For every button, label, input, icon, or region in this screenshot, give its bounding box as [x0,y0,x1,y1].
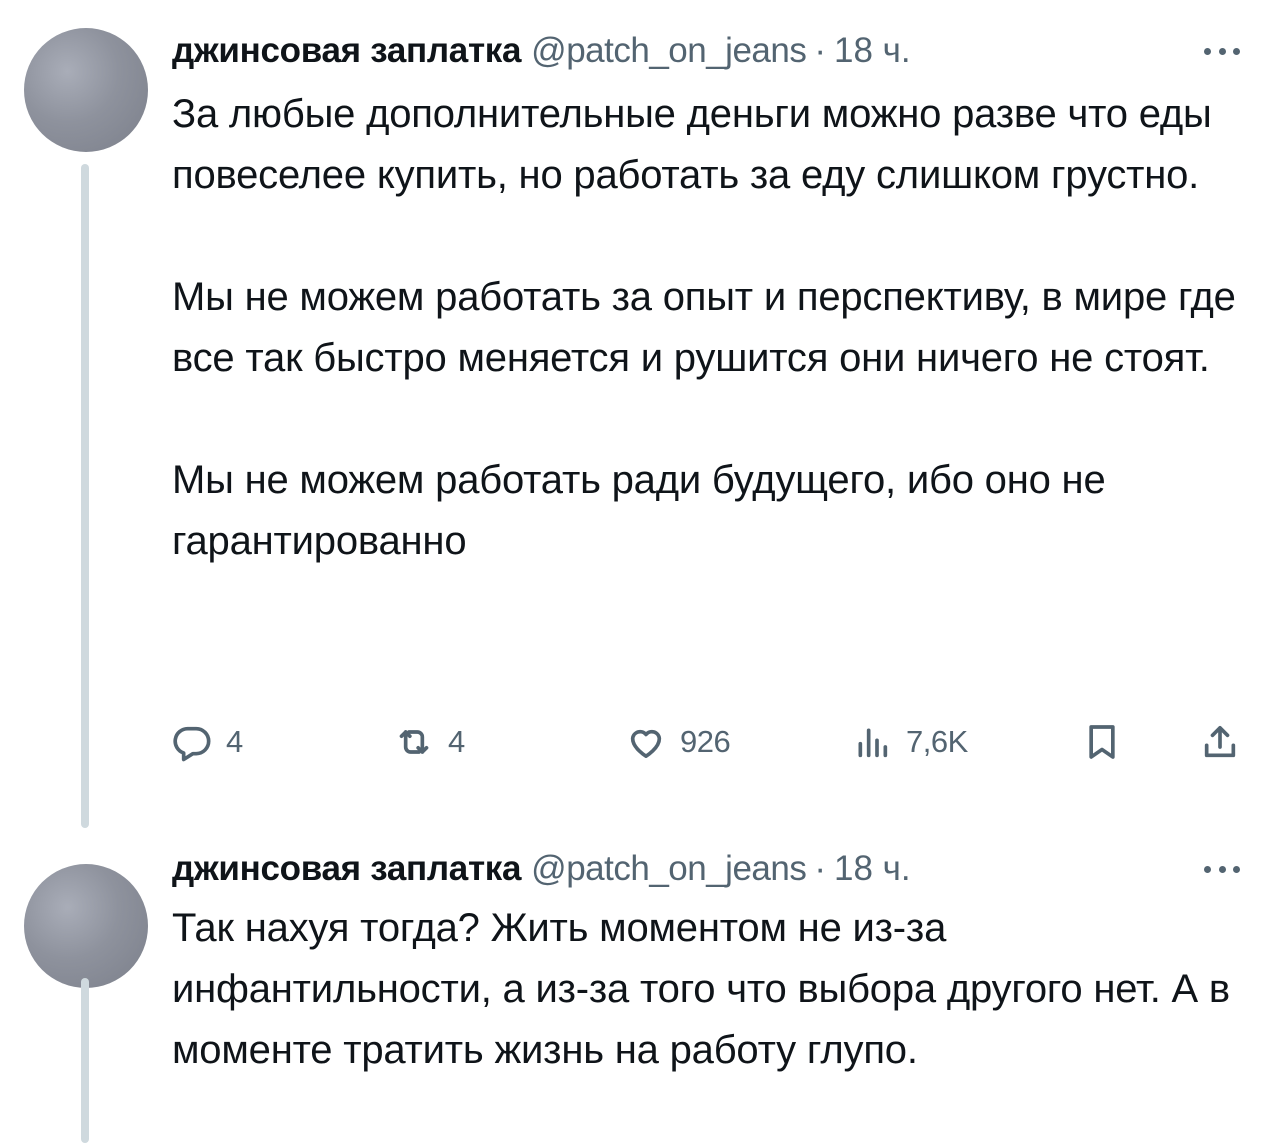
tweet-paragraph: Так нахуя тогда? Жить моментом не из-за … [172,906,1230,1072]
tweet-paragraph: За любые дополнительные деньги можно раз… [172,92,1212,197]
author-name[interactable]: джинсовая заплатка [172,849,521,889]
thread-connector-line [81,164,89,828]
reply-button[interactable]: 4 [172,712,243,772]
tweet-actions: 4 4 926 7,6K [172,712,1256,772]
reply-count: 4 [226,724,243,759]
separator-dot: · [814,849,827,888]
tweet[interactable]: джинсовая заплатка @patch_on_jeans · 18 … [0,0,1280,828]
tweet-paragraph: Мы не можем работать за опыт и перспекти… [172,275,1236,380]
tweet-header: джинсовая заплатка @patch_on_jeans · 18 … [172,844,1256,894]
thread-connector-line [81,978,89,1143]
bookmark-button[interactable] [1082,712,1122,772]
tweet-header: джинсовая заплатка @patch_on_jeans · 18 … [172,26,1256,76]
avatar[interactable] [24,864,148,988]
reply-icon [173,726,211,762]
author-handle[interactable]: @patch_on_jeans [531,849,807,889]
separator-dot: · [814,31,827,70]
like-button[interactable]: 926 [626,712,731,772]
timestamp[interactable]: 18 ч. [834,31,911,71]
tweet[interactable]: джинсовая заплатка @patch_on_jeans · 18 … [0,828,1280,1143]
share-button[interactable] [1200,712,1240,772]
retweet-button[interactable]: 4 [394,712,465,772]
timestamp[interactable]: 18 ч. [834,849,911,889]
tweet-text: Так нахуя тогда? Жить моментом не из-за … [172,898,1262,1081]
tweet-paragraph: Мы не можем работать ради будущего, ибо … [172,458,1106,563]
author-name[interactable]: джинсовая заплатка [172,31,521,71]
retweet-count: 4 [448,724,465,759]
share-icon [1204,726,1236,758]
like-count: 926 [680,724,731,759]
views-icon [858,728,888,758]
more-icon[interactable] [1200,854,1244,884]
heart-icon [630,729,662,758]
author-handle[interactable]: @patch_on_jeans [531,31,807,71]
avatar[interactable] [24,28,148,152]
bookmark-icon [1089,725,1115,759]
views-button[interactable]: 7,6K [852,712,968,772]
views-count: 7,6K [906,724,968,759]
tweet-thread: джинсовая заплатка @patch_on_jeans · 18 … [0,0,1280,1143]
tweet-text: За любые дополнительные деньги можно раз… [172,84,1262,572]
more-icon[interactable] [1200,36,1244,66]
retweet-icon [399,730,429,754]
